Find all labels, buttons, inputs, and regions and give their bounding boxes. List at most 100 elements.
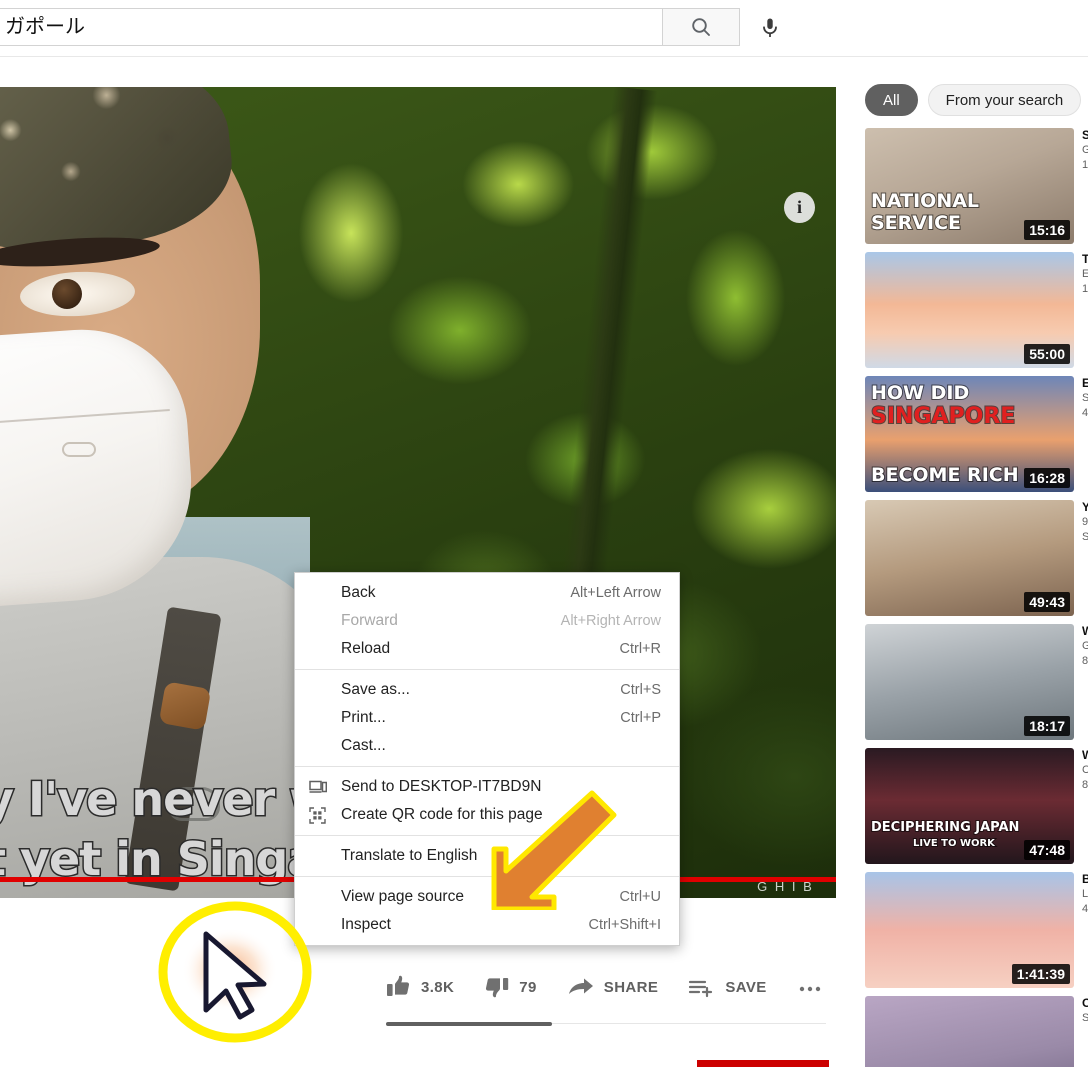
dislike-button[interactable]: 79 (484, 975, 537, 999)
subscribe-button[interactable] (697, 1060, 829, 1067)
context-menu-item-print[interactable]: Print...Ctrl+P (295, 704, 679, 732)
highlight-ring (163, 906, 307, 1038)
context-menu-separator (295, 835, 679, 836)
video-thumbnail[interactable]: NATIONALSERVICE15:16 (865, 128, 1074, 244)
video-subtext: S (1082, 530, 1088, 545)
video-subtext: L (1082, 887, 1088, 902)
context-menu-separator (295, 876, 679, 877)
context-menu-item-send-to-desktop-it7bd9n[interactable]: Send to DESKTOP-IT7BD9N (295, 773, 679, 801)
video-metadata: CS (1082, 996, 1088, 1067)
share-button[interactable]: SHARE (567, 975, 659, 999)
save-to-playlist-icon (688, 975, 716, 999)
video-subtext: 8 (1082, 778, 1088, 793)
more-actions-button[interactable] (797, 975, 823, 999)
video-thumbnail[interactable]: 49:43 (865, 500, 1074, 616)
context-menu-item-shortcut: Alt+Left Arrow (546, 585, 661, 601)
video-metadata: TE1 (1082, 252, 1088, 368)
filter-chip-from-your-search[interactable]: From your search (928, 84, 1082, 116)
channel-watermark: G H I B OJISAN (756, 879, 815, 898)
related-video-item[interactable]: NATIONALSERVICE15:16SG1 (860, 128, 1088, 244)
video-title: C (1082, 996, 1088, 1011)
thumbnail-overlay-text: SINGAPORE (871, 404, 1015, 429)
video-metadata: ES4 (1082, 376, 1088, 492)
action-bar-progress-underline (386, 1022, 552, 1026)
context-menu-item-label: Cast... (335, 737, 637, 755)
context-menu-item-label: Send to DESKTOP-IT7BD9N (335, 778, 637, 796)
context-menu-item-inspect[interactable]: InspectCtrl+Shift+I (295, 911, 679, 939)
context-menu-item-cast[interactable]: Cast... (295, 732, 679, 760)
video-thumbnail[interactable] (865, 996, 1074, 1067)
video-thumbnail[interactable]: 1:41:39 (865, 872, 1074, 988)
thumbnail-overlay-text: BECOME RICH (871, 464, 1019, 486)
watermark-line-1: G H I B (756, 879, 815, 895)
search-button[interactable] (662, 8, 740, 46)
related-video-item[interactable]: 49:43Y9S (860, 500, 1088, 616)
related-video-list: NATIONALSERVICE15:16SG155:00TE1HOW DIDSI… (860, 128, 1088, 1067)
related-video-item[interactable]: 1:41:39 BL4 (860, 872, 1088, 988)
context-menu-item-reload[interactable]: ReloadCtrl+R (295, 635, 679, 663)
context-menu-item-translate-to-english[interactable]: Translate to English (295, 842, 679, 870)
related-video-item[interactable]: HOW DIDSINGAPORE BECOME RICH16:28 ES4 (860, 376, 1088, 492)
video-metadata: SG1 (1082, 128, 1088, 244)
video-title: B (1082, 872, 1088, 887)
context-menu-item-back[interactable]: BackAlt+Left Arrow (295, 579, 679, 607)
thumbs-down-icon (484, 975, 510, 999)
share-icon (567, 975, 595, 999)
thumbnail-overlay-text: HOW DID (871, 382, 969, 404)
filter-chips: All From your search (860, 76, 1088, 128)
video-frame-mask-logo (62, 442, 96, 457)
video-frame-strap-buckle (159, 681, 212, 730)
video-thumbnail[interactable]: 18:17 (865, 624, 1074, 740)
video-subtext: E (1082, 267, 1088, 282)
related-video-item[interactable]: 18:17 WG8 (860, 624, 1088, 740)
video-title: Y (1082, 500, 1088, 515)
like-button[interactable]: 3.8K (386, 975, 454, 999)
like-count: 3.8K (421, 979, 454, 996)
related-video-item[interactable]: CS (860, 996, 1088, 1067)
browser-context-menu[interactable]: BackAlt+Left ArrowForwardAlt+Right Arrow… (294, 572, 680, 946)
video-subtext: C (1082, 763, 1088, 778)
search-input[interactable] (0, 8, 662, 46)
context-menu-item-label: Back (335, 584, 546, 602)
cursor-glow (182, 928, 278, 1012)
mouse-cursor-icon (206, 934, 264, 1017)
thumbnail-overlay-text: LIVE TO WORK (913, 838, 995, 849)
context-menu-item-shortcut: Ctrl+P (596, 710, 661, 726)
context-menu-item-create-qr-code-for-this-page[interactable]: Create QR code for this page (295, 801, 679, 829)
video-caption-line-1: y I've never w (0, 772, 331, 826)
video-info-button[interactable]: i (784, 192, 815, 223)
context-menu-item-label: Print... (335, 709, 596, 727)
video-title: T (1082, 252, 1088, 267)
video-subtext: 4 (1082, 902, 1088, 917)
video-subtext: G (1082, 143, 1088, 158)
context-menu-item-label: Create QR code for this page (335, 806, 637, 824)
search-bar (0, 8, 740, 46)
context-menu-item-view-page-source[interactable]: View page sourceCtrl+U (295, 883, 679, 911)
thumbnail-overlay-text: DECIPHERING JAPAN (871, 820, 1019, 835)
video-duration: 16:28 (1024, 468, 1070, 488)
video-subtext: 8 (1082, 654, 1088, 669)
save-button[interactable]: SAVE (688, 975, 766, 999)
video-title: E (1082, 376, 1088, 391)
ellipsis-icon (797, 975, 823, 999)
context-menu-item-save-as[interactable]: Save as...Ctrl+S (295, 676, 679, 704)
video-title: W (1082, 748, 1088, 763)
video-subtext: S (1082, 391, 1088, 406)
video-subtext: G (1082, 639, 1088, 654)
filter-chip-all[interactable]: All (865, 84, 918, 116)
video-thumbnail[interactable]: DECIPHERING JAPANLIVE TO WORK47:48 (865, 748, 1074, 864)
search-icon (689, 15, 713, 39)
related-video-item[interactable]: DECIPHERING JAPANLIVE TO WORK47:48WC8 (860, 748, 1088, 864)
context-menu-item-label: View page source (335, 888, 596, 906)
voice-search-button[interactable] (752, 10, 788, 46)
thumbnail-overlay-text: SERVICE (871, 212, 961, 234)
related-video-item[interactable]: 55:00 TE1 (860, 252, 1088, 368)
video-title: S (1082, 128, 1088, 143)
video-thumbnail[interactable]: 55:00 (865, 252, 1074, 368)
video-duration: 15:16 (1024, 220, 1070, 240)
related-videos-sidebar[interactable]: AllFrom your search NATIONALSERVICE15:16… (860, 76, 1088, 1067)
video-duration: 1:41:39 (1012, 964, 1070, 984)
device-icon (309, 779, 335, 795)
video-title: W (1082, 624, 1088, 639)
video-thumbnail[interactable]: HOW DIDSINGAPORE BECOME RICH16:28 (865, 376, 1074, 492)
